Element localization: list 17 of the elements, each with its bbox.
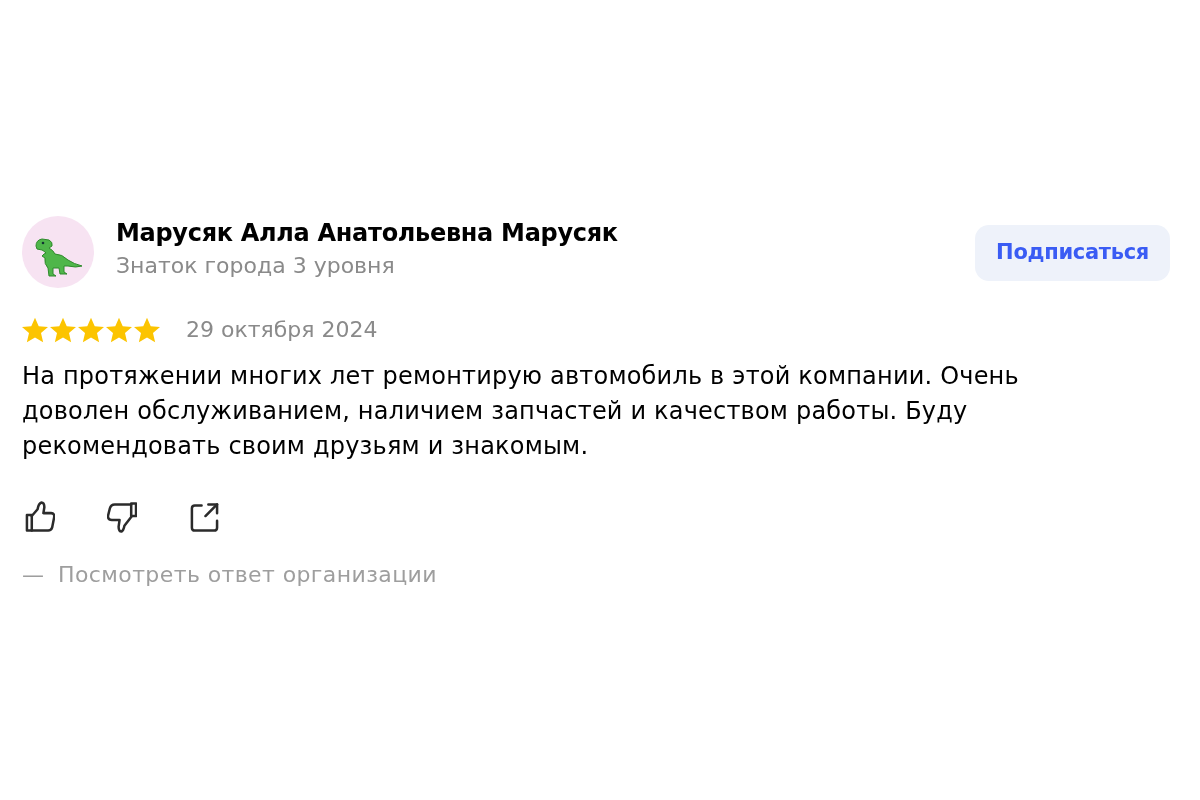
dinosaur-avatar-icon — [22, 216, 94, 288]
star-filled-icon — [50, 317, 76, 343]
thumbs-up-icon — [25, 501, 55, 533]
thumbs-down-icon — [107, 501, 137, 533]
star-filled-icon — [134, 317, 160, 343]
dash-mark: — — [22, 562, 44, 588]
author-level: Знаток города 3 уровня — [116, 252, 396, 280]
star-filled-icon — [78, 317, 104, 343]
star-filled-icon — [22, 317, 48, 343]
author-name[interactable]: Марусяк Алла Анатольевна Марусяк — [116, 218, 976, 248]
dislike-button[interactable] — [104, 499, 140, 535]
show-response-link[interactable]: Посмотреть ответ организации — [58, 562, 437, 588]
review-date: 29 октября 2024 — [186, 317, 378, 343]
star-filled-icon — [106, 317, 132, 343]
subscribe-button[interactable]: Подписаться — [975, 225, 1170, 281]
share-icon — [189, 501, 219, 533]
review-text: На протяжении многих лет ремонтирую автомобиль в этой компании. Очень доволен обслуживанием, наличием запчастей и качеством работы. Буду рекомендовать своим друзьям и знакомым. — [22, 361, 1020, 462]
